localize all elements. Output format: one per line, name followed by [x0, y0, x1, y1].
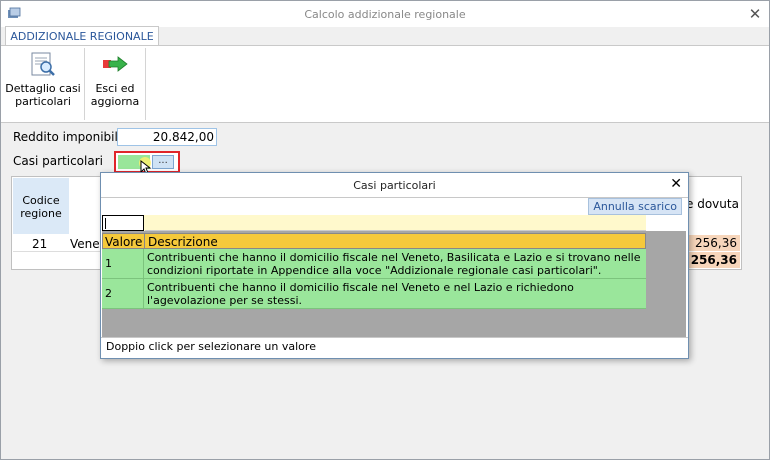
casi-lookup-button[interactable]: ... — [152, 155, 174, 169]
divider — [101, 337, 688, 338]
tab-addizionale-regionale[interactable]: ADDIZIONALE REGIONALE — [5, 26, 159, 46]
casi-particolari-popup: Casi particolari ✕ Annulla scarico Valor… — [100, 172, 689, 359]
casi-label: Casi particolari — [13, 154, 103, 168]
annulla-scarico-button[interactable]: Annulla scarico — [588, 198, 682, 215]
table-row[interactable]: 1 Contribuenti che hanno il domicilio fi… — [102, 249, 646, 279]
popup-hint: Doppio click per selezionare un valore — [106, 340, 316, 353]
ribbon-separator — [84, 48, 85, 120]
grid-header: Valore Descrizione — [102, 233, 646, 249]
column-header-codice: Codice regione — [13, 178, 69, 234]
row-descrizione: Contribuenti che hanno il domicilio fisc… — [147, 281, 574, 307]
exit-arrow-icon — [103, 56, 128, 72]
filter-row — [102, 215, 686, 231]
reddito-input[interactable]: 20.842,00 — [117, 128, 217, 146]
row-dovuta-value: 256,36 — [686, 235, 740, 251]
table-row[interactable]: 2 Contribuenti che hanno il domicilio fi… — [102, 279, 646, 309]
esci-label2: aggiorna — [90, 95, 140, 108]
column-header-valore[interactable]: Valore — [105, 234, 142, 250]
window-title: Calcolo addizionale regionale — [304, 8, 466, 21]
row-valore: 1 — [105, 257, 112, 270]
title-bar: Calcolo addizionale regionale ✕ — [1, 1, 769, 27]
column-header-dovuta: e dovuta — [686, 197, 739, 211]
esci-aggiorna-button[interactable]: Esci ed aggiorna — [87, 52, 143, 108]
total-dovuta-value: 256,36 — [686, 252, 740, 268]
filter-spacer — [646, 215, 686, 231]
document-magnifier-icon — [31, 52, 55, 76]
dettaglio-casi-label1: Dettaglio casi — [5, 82, 81, 95]
lookup-grid: Valore Descrizione 1 Contribuenti che ha… — [102, 215, 686, 337]
column-separator — [144, 234, 145, 248]
row-codice: 21 — [32, 237, 48, 251]
column-header-descrizione[interactable]: Descrizione — [148, 234, 218, 250]
dettaglio-casi-label2: particolari — [15, 95, 71, 108]
column-separator — [143, 249, 144, 278]
column-separator — [143, 279, 144, 308]
popup-title: Casi particolari — [353, 179, 436, 192]
reddito-label: Reddito imponibile — [13, 130, 126, 144]
filter-descrizione-input[interactable] — [145, 215, 646, 231]
close-icon[interactable]: ✕ — [670, 176, 682, 192]
row-valore: 2 — [105, 287, 112, 300]
ribbon-separator — [145, 48, 146, 120]
row-descrizione: Contribuenti che hanno il domicilio fisc… — [147, 251, 641, 277]
ribbon: Dettaglio casi particolari Esci ed aggio… — [1, 45, 769, 123]
dettaglio-casi-button[interactable]: Dettaglio casi particolari — [5, 52, 81, 108]
main-window: Calcolo addizionale regionale ✕ ADDIZION… — [0, 0, 770, 460]
close-icon[interactable]: ✕ — [747, 5, 763, 23]
filter-valore-input[interactable] — [102, 215, 144, 231]
esci-label1: Esci ed — [95, 82, 135, 95]
text-caret — [105, 218, 106, 229]
